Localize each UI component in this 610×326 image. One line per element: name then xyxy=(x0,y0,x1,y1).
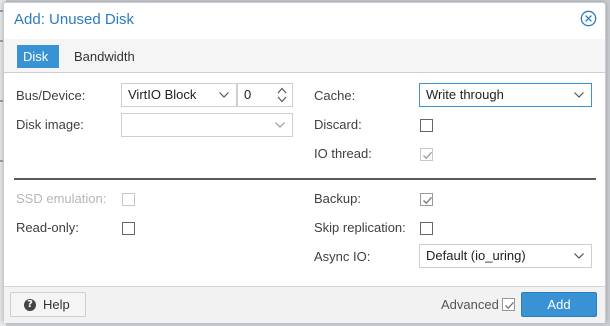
add-disk-dialog: Add: Unused Disk Disk Bandwidth Bus/Devi… xyxy=(3,2,606,323)
bus-select-value: VirtIO Block xyxy=(128,87,197,102)
skip-replication-label: Skip replication: xyxy=(314,220,406,235)
bus-device-label: Bus/Device: xyxy=(16,88,86,103)
question-circle-icon: ? xyxy=(24,299,36,311)
tab-bandwidth[interactable]: Bandwidth xyxy=(68,45,142,68)
skip-replication-checkbox[interactable] xyxy=(420,222,433,235)
disk-image-select[interactable] xyxy=(121,113,293,137)
close-icon[interactable] xyxy=(580,10,597,27)
checkmark-icon xyxy=(423,196,432,205)
async-io-select[interactable]: Default (io_uring) xyxy=(419,244,592,268)
ssd-emulation-checkbox[interactable] xyxy=(122,193,135,206)
backup-checkbox[interactable] xyxy=(420,193,433,206)
advanced-divider xyxy=(14,178,596,180)
help-button[interactable]: ? Help xyxy=(10,292,86,317)
async-io-label: Async IO: xyxy=(314,249,371,264)
cache-select-value: Write through xyxy=(426,87,504,102)
disk-image-label: Disk image: xyxy=(16,117,84,132)
cache-select[interactable]: Write through xyxy=(419,83,592,107)
tab-bar: Disk Bandwidth xyxy=(4,39,605,73)
io-thread-label: IO thread: xyxy=(314,146,372,161)
chevron-down-icon xyxy=(275,122,285,128)
help-button-label: Help xyxy=(43,297,70,312)
dialog-title-bar: Add: Unused Disk xyxy=(4,3,605,37)
add-button[interactable]: Add xyxy=(521,292,597,317)
dialog-title: Add: Unused Disk xyxy=(14,11,135,28)
backup-label: Backup: xyxy=(314,191,361,206)
discard-checkbox[interactable] xyxy=(420,119,433,132)
checkmark-icon xyxy=(505,301,514,310)
read-only-checkbox[interactable] xyxy=(122,222,135,235)
async-io-select-value: Default (io_uring) xyxy=(426,248,526,263)
advanced-checkbox[interactable] xyxy=(502,298,515,311)
spinner-arrows-icon[interactable] xyxy=(276,85,288,105)
dialog-footer: ? Help Advanced Add xyxy=(4,286,605,323)
discard-label: Discard: xyxy=(314,117,362,132)
ssd-emulation-label: SSD emulation: xyxy=(16,191,107,206)
tab-disk[interactable]: Disk xyxy=(17,45,59,68)
checkmark-icon xyxy=(423,151,432,160)
io-thread-checkbox[interactable] xyxy=(420,148,433,161)
chevron-down-icon xyxy=(574,253,584,259)
cache-label: Cache: xyxy=(314,88,356,103)
device-number-spinner[interactable]: 0 xyxy=(237,83,293,107)
device-number-value: 0 xyxy=(244,87,252,102)
chevron-down-icon xyxy=(219,92,229,98)
advanced-label: Advanced xyxy=(441,297,499,312)
chevron-down-icon xyxy=(574,92,584,98)
read-only-label: Read-only: xyxy=(16,220,79,235)
bus-select[interactable]: VirtIO Block xyxy=(121,83,237,107)
